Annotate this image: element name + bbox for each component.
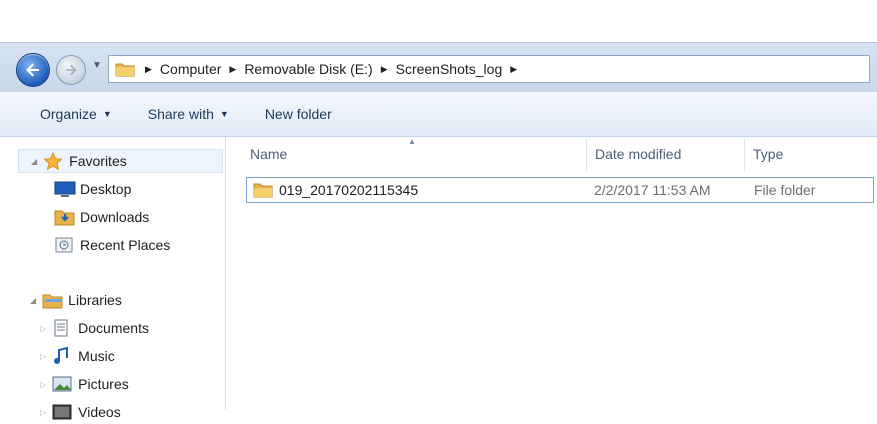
expand-triangle-icon[interactable]: ◢ [31,157,37,166]
navigation-bar: ▼ ▶ Computer ▶ Removable Disk (E:) ▶ Scr… [0,42,877,93]
expand-triangle-icon[interactable]: ◢ [30,296,36,305]
nav-item-label: Pictures [78,376,129,392]
nav-libraries[interactable]: ◢ Libraries [18,288,122,312]
expand-triangle-icon[interactable]: ▷ [40,324,46,333]
folder-icon [115,61,135,77]
nav-item-documents[interactable]: ▷ Documents [40,316,149,340]
nav-item-music[interactable]: ▷ Music [40,344,115,368]
nav-item-label: Downloads [80,209,150,225]
column-header-name-label: Name [250,146,288,162]
nav-item-label: Videos [78,404,121,420]
file-list-pane: ▲ Name Date modified Type 019_2017020211… [226,137,877,410]
chevron-right-icon[interactable]: ▶ [229,64,236,75]
chevron-right-icon[interactable]: ▶ [145,64,152,75]
expand-triangle-icon[interactable]: ▷ [40,408,46,417]
column-header-type[interactable]: Type [753,137,783,171]
organize-label: Organize [40,106,97,122]
share-with-label: Share with [147,106,214,122]
expand-triangle-icon[interactable]: ▷ [40,380,46,389]
nav-item-downloads[interactable]: Downloads [54,205,149,229]
nav-item-label: Recent Places [80,237,171,253]
caret-down-icon: ▼ [102,109,112,119]
nav-favorites-label: Favorites [69,153,127,169]
new-folder-button[interactable]: New folder [255,106,342,122]
breadcrumb-removable-disk[interactable]: Removable Disk (E:) [244,61,372,77]
folder-icon [253,181,273,202]
caret-down-icon: ▼ [219,109,229,119]
chevron-right-icon[interactable]: ▶ [510,64,517,75]
chevron-right-icon[interactable]: ▶ [381,64,388,75]
videos-icon [52,403,72,421]
music-icon [52,346,72,365]
forward-button[interactable] [56,55,86,85]
downloads-icon [54,208,75,226]
column-divider[interactable] [744,139,745,171]
nav-libraries-label: Libraries [68,292,122,308]
navigation-pane: ◢ Favorites Desktop Downloads Recent Pla… [0,137,226,420]
column-header-date-label: Date modified [595,146,682,162]
back-button[interactable] [16,53,50,87]
file-date-modified: 2/2/2017 11:53 AM [594,182,711,198]
nav-item-recent-places[interactable]: Recent Places [54,233,170,257]
column-header-date-modified[interactable]: Date modified [595,137,681,171]
nav-favorites[interactable]: ◢ Favorites [18,149,223,173]
desktop-icon [54,180,76,198]
column-divider[interactable] [586,139,587,171]
file-type: File folder [754,182,816,198]
file-name: 019_20170202115345 [279,182,419,198]
breadcrumb-computer[interactable]: Computer [160,61,221,77]
pictures-icon [52,375,72,393]
breadcrumb-screenshots-log[interactable]: ScreenShots_log [396,61,503,77]
window-title-area [0,0,877,42]
column-header-type-label: Type [753,146,784,162]
nav-item-label: Documents [78,320,149,336]
nav-item-desktop[interactable]: Desktop [54,177,131,201]
documents-icon [52,319,72,337]
star-icon [43,152,63,170]
nav-item-videos[interactable]: ▷ Videos [40,400,121,424]
address-bar[interactable]: ▶ Computer ▶ Removable Disk (E:) ▶ Scree… [108,55,870,83]
nav-item-pictures[interactable]: ▷ Pictures [40,372,129,396]
back-arrow-icon [26,63,39,77]
organize-menu[interactable]: Organize ▼ [30,106,122,122]
recent-pages-dropdown[interactable]: ▼ [92,60,104,72]
recent-places-icon [54,236,74,254]
expand-triangle-icon[interactable]: ▷ [40,352,46,361]
nav-item-label: Desktop [80,181,132,197]
command-bar: Organize ▼ Share with ▼ New folder [0,92,877,137]
forward-arrow-icon [66,64,77,76]
column-header-name[interactable]: Name [250,137,287,171]
share-with-menu[interactable]: Share with ▼ [138,106,239,122]
sort-ascending-icon: ▲ [408,137,416,146]
library-icon [42,291,63,309]
nav-item-label: Music [78,348,115,364]
file-row[interactable]: 019_20170202115345 2/2/2017 11:53 AM Fil… [246,177,874,203]
new-folder-label: New folder [264,106,332,122]
